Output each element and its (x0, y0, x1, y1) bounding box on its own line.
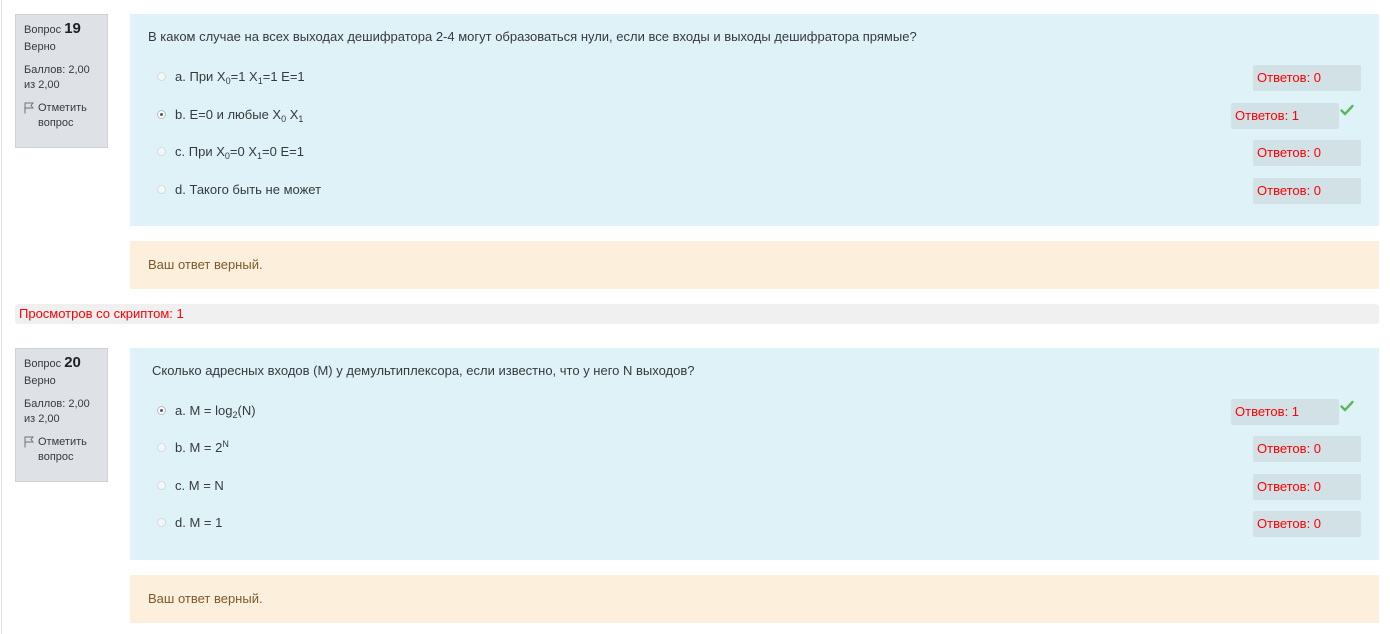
answer-letter: c. (175, 477, 186, 493)
answer-text: b. E=0 и любые X0 X1 (175, 106, 304, 124)
answer-letter: b. (175, 439, 186, 455)
answer-option-b[interactable]: b. E=0 и любые X0 X1 (157, 104, 303, 124)
question-info-19: Вопрос 19 Верно Баллов: 2,00 из 2,00 Отм… (15, 14, 108, 148)
answer-option-d[interactable]: d. Такого быть не может (157, 179, 321, 199)
answer-text: b. M = 2N (175, 438, 229, 455)
question-number-row: Вопрос 20 (24, 355, 99, 372)
answer-letter: a. (175, 68, 186, 84)
question-grade: Баллов: 2,00 из 2,00 (24, 398, 90, 425)
answer-letter: b. (175, 106, 186, 122)
question-grade: Баллов: 2,00 из 2,00 (24, 64, 90, 91)
question-feedback-19: Ваш ответ верный. (130, 241, 1379, 289)
answer-option-b[interactable]: b. M = 2N (157, 437, 229, 457)
answer-radio[interactable] (157, 480, 166, 490)
answer-radio[interactable] (157, 146, 166, 156)
question-label: Вопрос (24, 24, 62, 36)
answer-content: M = 2N (189, 438, 229, 455)
answer-letter: a. (175, 402, 186, 418)
answer-content: При X0=0 X1=0 E=1 (188, 143, 304, 161)
flag-label: Отметить вопрос (38, 436, 87, 463)
answer-letter: d. (175, 181, 186, 197)
flag-label: Отметить вопрос (38, 102, 87, 129)
answer-content: E=0 и любые X0 X1 (189, 106, 304, 124)
question-number: 19 (64, 20, 81, 37)
answer-content: При X0=1 X1=1 E=1 (189, 68, 305, 86)
question-text: Сколько адресных входов (M) у демультипл… (152, 363, 695, 378)
answer-radio[interactable] (157, 405, 166, 415)
flag-icon (24, 102, 34, 114)
answer-text: c. M = N (175, 478, 224, 493)
question-formulation-19: В каком случае на всех выходах дешифрато… (130, 14, 1379, 226)
answer-letter: c. (175, 143, 186, 159)
answer-text: d. Такого быть не может (175, 182, 321, 197)
answer-text: a. При X0=1 X1=1 E=1 (175, 68, 305, 86)
answer-count-badge: Ответов: 0 (1253, 178, 1361, 204)
flag-question-link[interactable]: Отметить вопрос (24, 435, 99, 465)
question-feedback-20: Ваш ответ верный. (130, 575, 1379, 623)
question-number: 20 (64, 354, 81, 371)
flag-question-link[interactable]: Отметить вопрос (24, 101, 99, 131)
answer-text: d. M = 1 (175, 515, 222, 530)
answer-count-badge: Ответов: 0 (1253, 140, 1361, 166)
answer-content: Такого быть не может (189, 181, 322, 197)
answer-count-badge: Ответов: 1 (1231, 103, 1339, 129)
answer-count-badge: Ответов: 0 (1253, 436, 1361, 462)
answer-option-c[interactable]: c. M = N (157, 475, 224, 495)
answer-option-c[interactable]: c. При X0=0 X1=0 E=1 (157, 141, 304, 161)
flag-icon (24, 436, 34, 448)
question-text: В каком случае на всех выходах дешифрато… (148, 29, 917, 44)
check-icon (1340, 104, 1354, 116)
answer-content: M = log2(N) (189, 402, 256, 420)
answer-count-badge: Ответов: 0 (1253, 511, 1361, 537)
question-formulation-20: Сколько адресных входов (M) у демультипл… (130, 348, 1379, 560)
answer-content: M = 1 (189, 514, 223, 530)
answer-radio[interactable] (157, 71, 166, 81)
question-state: Верно (24, 41, 56, 53)
answer-radio[interactable] (157, 184, 166, 194)
answer-radio[interactable] (157, 442, 166, 452)
answer-radio[interactable] (157, 109, 166, 119)
answer-option-a[interactable]: a. M = log2(N) (157, 400, 256, 420)
question-number-row: Вопрос 19 (24, 21, 99, 38)
answer-option-d[interactable]: d. M = 1 (157, 512, 222, 532)
answer-letter: d. (175, 514, 186, 530)
page-left-border (1, 0, 2, 634)
check-icon (1340, 400, 1354, 412)
question-info-20: Вопрос 20 Верно Баллов: 2,00 из 2,00 Отм… (15, 348, 108, 482)
script-views-counter: Просмотров со скриптом: 1 (15, 304, 1379, 324)
answer-count-badge: Ответов: 0 (1253, 65, 1361, 91)
answer-text: c. При X0=0 X1=0 E=1 (175, 143, 304, 161)
answer-count-badge: Ответов: 1 (1231, 399, 1339, 425)
answer-text: a. M = log2(N) (175, 402, 256, 420)
answer-radio[interactable] (157, 517, 166, 527)
question-label: Вопрос (24, 358, 62, 370)
answer-count-badge: Ответов: 0 (1253, 474, 1361, 500)
answer-content: M = N (188, 477, 224, 493)
answer-option-a[interactable]: a. При X0=1 X1=1 E=1 (157, 66, 305, 86)
question-state: Верно (24, 375, 56, 387)
